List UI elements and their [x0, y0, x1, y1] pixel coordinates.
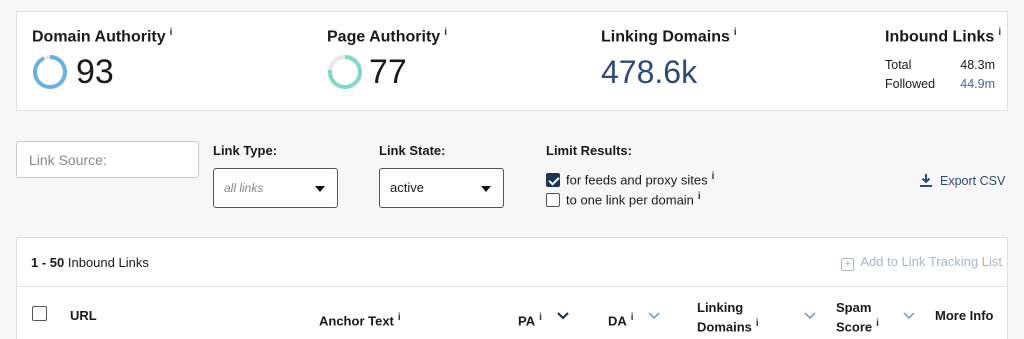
col-pa[interactable]: PA i	[518, 310, 542, 329]
col-da-label: DA	[608, 313, 627, 329]
domain-authority-value: 93	[76, 53, 114, 91]
add-to-tracking-label: Add to Link Tracking List	[860, 254, 1002, 269]
sort-chevron-down-icon[interactable]	[648, 312, 660, 320]
info-icon[interactable]: i	[170, 27, 173, 38]
col-spam-line2: Score	[836, 319, 873, 335]
col-linking-line2: Domains	[697, 319, 752, 335]
dropdown-caret-icon	[481, 186, 491, 192]
col-linking-domains[interactable]: Linking Domains i	[697, 300, 759, 335]
info-icon[interactable]: i	[444, 27, 447, 38]
page-authority-value: 77	[369, 53, 407, 91]
info-icon[interactable]: i	[698, 191, 701, 202]
one-link-option[interactable]: to one link per domain i	[546, 191, 701, 208]
sort-chevron-down-icon[interactable]	[557, 312, 569, 320]
info-icon[interactable]: i	[998, 27, 1001, 38]
page-authority-ring	[328, 55, 362, 89]
export-csv-label: Export CSV	[940, 174, 1006, 188]
download-icon	[920, 174, 932, 187]
limit-results-label: Limit Results:	[546, 143, 632, 158]
col-linking-line1: Linking	[697, 300, 744, 315]
col-spam-line1: Spam	[836, 300, 872, 315]
sort-chevron-down-icon[interactable]	[903, 312, 915, 320]
info-icon[interactable]: i	[712, 171, 715, 182]
followed-links-row: Followed 44.9m	[885, 77, 995, 91]
metrics-panel: Domain Authority i 93 Page Authority i 77 …	[16, 11, 1008, 111]
feeds-proxy-checkbox[interactable]	[546, 173, 560, 188]
inbound-links-table: 1 - 50 Inbound Links + Add to Link Tracki…	[16, 237, 1008, 339]
domain-authority-label: Domain Authority	[32, 28, 166, 46]
plus-icon: +	[841, 258, 855, 271]
link-state-value: active	[390, 180, 424, 195]
results-suffix: Inbound Links	[67, 255, 149, 270]
one-link-checkbox[interactable]	[546, 193, 560, 208]
link-type-label: Link Type:	[213, 143, 278, 158]
feeds-proxy-label: for feeds and proxy sites	[566, 172, 708, 188]
col-anchor-text[interactable]: Anchor Text i	[319, 310, 401, 329]
col-url[interactable]: URL	[70, 308, 97, 324]
info-icon[interactable]: i	[631, 312, 634, 323]
total-value: 48.3m	[960, 58, 995, 72]
total-label: Total	[885, 58, 912, 72]
link-state-select[interactable]: active	[379, 168, 504, 208]
dropdown-caret-icon	[315, 186, 325, 192]
link-state-label: Link State:	[379, 143, 446, 158]
col-pa-label: PA	[518, 313, 536, 329]
info-icon[interactable]: i	[734, 27, 737, 38]
export-csv-button[interactable]: Export CSV	[920, 174, 1005, 188]
inbound-links-label: Inbound Links	[885, 28, 995, 46]
domain-authority-ring	[33, 55, 67, 89]
linking-domains-value: 478.6k	[601, 54, 698, 90]
page-authority-label: Page Authority	[327, 28, 441, 46]
col-more-info: More Info	[935, 308, 994, 323]
select-all-checkbox[interactable]	[32, 306, 47, 321]
followed-label: Followed	[885, 77, 936, 91]
divider	[17, 286, 1007, 287]
one-link-label: to one link per domain	[566, 192, 694, 208]
results-range: 1 - 50	[31, 255, 65, 270]
col-spam-score[interactable]: Spam Score i	[836, 300, 879, 335]
col-da[interactable]: DA i	[608, 310, 634, 329]
linking-domains-label: Linking Domains	[601, 28, 730, 46]
add-to-tracking-button[interactable]: + Add to Link Tracking List	[841, 254, 1002, 271]
followed-value: 44.9m	[960, 77, 995, 91]
link-type-select[interactable]: all links	[213, 168, 338, 208]
link-type-value: all links	[224, 181, 264, 195]
total-links-row: Total 48.3m	[885, 58, 995, 72]
info-icon[interactable]: i	[756, 318, 759, 329]
link-source-input[interactable]: Link Source:	[16, 141, 199, 178]
results-count: 1 - 50 Inbound Links	[31, 255, 149, 270]
info-icon[interactable]: i	[876, 318, 879, 329]
col-anchor-label: Anchor Text	[319, 313, 394, 329]
feeds-proxy-option[interactable]: for feeds and proxy sites i	[546, 171, 715, 188]
info-icon[interactable]: i	[539, 312, 542, 323]
info-icon[interactable]: i	[398, 312, 401, 323]
sort-chevron-down-icon[interactable]	[804, 312, 816, 320]
